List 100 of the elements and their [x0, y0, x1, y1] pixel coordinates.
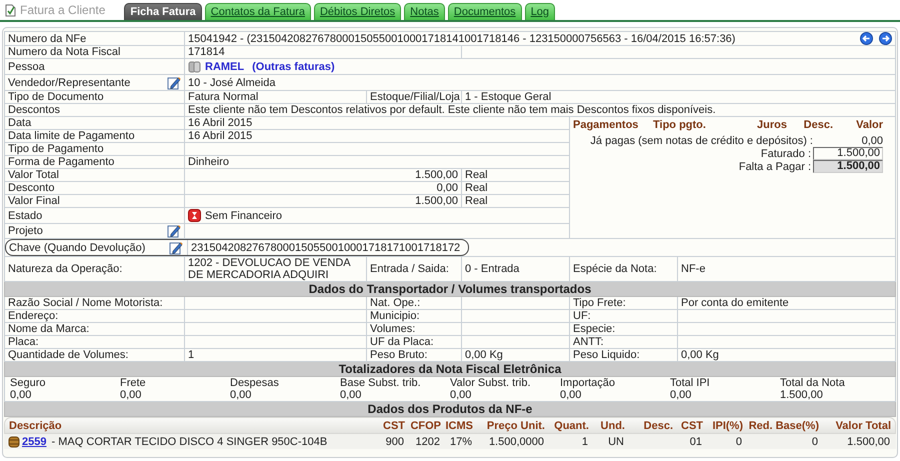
table-cell-text: 0	[810, 436, 818, 448]
table-cell-text: 1.500,0000	[488, 436, 544, 448]
amount-value: 1.500,00	[184, 194, 462, 208]
total-label: Valor Subst. trib.	[450, 377, 532, 389]
field-label: Placa:	[4, 336, 184, 348]
column-header: CST	[680, 420, 703, 432]
column-header: Tipo pgto.	[653, 119, 707, 131]
column-header: ICMS	[444, 420, 473, 432]
field-label: Razão Social / Nome Motorista:	[4, 296, 184, 310]
total-value: 0,00	[10, 389, 32, 401]
table-cell-text: 17%	[448, 436, 472, 448]
edit-icon[interactable]	[167, 224, 181, 238]
total-label: Frete	[120, 377, 147, 389]
field-value: Fatura Normal	[184, 90, 366, 104]
field-value: Dinheiro	[184, 156, 570, 168]
edit-icon[interactable]	[167, 76, 181, 90]
column-header: Preço Unit.	[486, 420, 545, 432]
table-cell-text: 900	[384, 436, 404, 448]
table-cell-text: 1202	[414, 436, 440, 448]
currency-value: Real	[462, 182, 570, 194]
total-value: 0,00	[340, 389, 362, 401]
total-label: Base Subst. trib.	[340, 377, 422, 389]
page-title: Fatura a Cliente	[20, 3, 106, 17]
field-label: Endereço:	[4, 310, 184, 322]
outstanding-field: 1.500,00	[813, 160, 883, 173]
status-text: Sem Financeiro	[205, 210, 282, 222]
section-header: Dados dos Produtos da NF-e	[4, 402, 896, 416]
field-label: Nome da Marca:	[4, 322, 184, 336]
field-label: Numero da Nota Fiscal	[4, 46, 184, 58]
tab[interactable]: Contatos da Fatura	[204, 3, 311, 20]
field-value: NF-e	[678, 256, 896, 282]
section-header: Dados do Transportador / Volumes transportados	[4, 282, 896, 296]
total-label: Seguro	[10, 377, 46, 389]
field-label: Data limite de Pagamento	[4, 130, 184, 142]
field-label: Tipo Frete:	[570, 296, 678, 310]
field-label: Pessoa	[4, 58, 184, 74]
column-header: Valor Total	[834, 420, 891, 432]
field-label: Entrada / Saida:	[366, 256, 462, 282]
total-value: 1.500,00	[780, 389, 824, 401]
field-label: Tipo de Documento	[4, 90, 184, 104]
field-value: 0,00 Kg	[678, 348, 896, 362]
field-value: Este cliente não tem Descontos relativos por default. Este cliente não tem mais Descontos fixos disponíveis.	[184, 104, 896, 116]
total-value: 0,00	[560, 389, 582, 401]
field-value: 1	[184, 348, 366, 362]
total-label: Total da Nota	[780, 377, 846, 389]
product-description: - MAQ CORTAR TECIDO DISCO 4 SINGER 950C-104B	[50, 436, 328, 448]
field-label: Natureza da Operação:	[4, 256, 184, 282]
table-cell-text: 1.500,00	[846, 436, 890, 448]
total-value: 0,00	[120, 389, 142, 401]
product-code-link[interactable]: 2559	[22, 436, 46, 448]
column-header: Desc.	[642, 420, 673, 432]
other-invoices-link[interactable]: (Outras faturas)	[252, 60, 335, 72]
next-button[interactable]	[879, 32, 892, 45]
column-header: CFOP	[409, 420, 441, 432]
already-paid-value: 0,00	[860, 134, 883, 146]
already-paid-label: Já pagas (sem notas de crédito e depósitos) :	[590, 134, 813, 146]
tab[interactable]: Débitos Diretos	[314, 3, 402, 20]
field-label: ANTT:	[570, 336, 678, 348]
barrel-icon	[8, 436, 20, 448]
field-value: 0,00 Kg	[462, 348, 570, 362]
currency-value: Real	[462, 168, 570, 182]
field-label: Valor Final	[4, 194, 184, 208]
field-label: Valor Total	[4, 168, 184, 182]
section-header: Totalizadores da Nota Fiscal Eletrônica	[4, 362, 896, 376]
field-label: UF da Placa:	[366, 336, 462, 348]
field-label: Municipio:	[366, 310, 462, 322]
edit-icon[interactable]	[169, 240, 183, 254]
field-label: Descontos	[4, 104, 184, 116]
column-header: IPI(%)	[711, 420, 743, 432]
tab[interactable]: Notas	[404, 3, 445, 20]
currency-value: Real	[462, 194, 570, 208]
field-label: Volumes:	[366, 322, 462, 336]
total-label: Importação	[560, 377, 616, 389]
field-label: Estoque/Filial/Loja	[366, 90, 462, 104]
field-value: 1 - Estoque Geral	[462, 90, 896, 104]
tab[interactable]: Documentos	[448, 3, 522, 20]
total-value: 0,00	[670, 389, 692, 401]
previous-button[interactable]	[860, 32, 873, 45]
field-value: 23150420827678000150550010001718171001718172	[191, 242, 460, 254]
table-cell-text: UN	[607, 436, 624, 448]
field-label: Estado	[4, 208, 184, 224]
tab[interactable]: Log	[524, 3, 556, 20]
amount-value: 0,00	[184, 182, 462, 194]
table-cell-text: 01	[688, 436, 702, 448]
column-header: Und.	[600, 420, 625, 432]
column-header: Descrição	[9, 420, 63, 432]
nfe-number: 15041942 - (23150420827678000150550010001718141001718146 - 123150000756563 - 16/04/2015 16:57:36)	[188, 32, 736, 44]
invoiced-field: 1.500,00	[813, 147, 883, 160]
total-value: 0,00	[450, 389, 472, 401]
field-value: 0 - Entrada	[462, 256, 570, 282]
outstanding-label: Falta a Pagar :	[738, 160, 811, 172]
field-label: Forma de Pagamento	[4, 156, 184, 168]
field-value: Por conta do emitente	[678, 296, 896, 310]
column-header: Red. Base(%)	[748, 420, 819, 432]
table-cell-text: 0	[734, 436, 742, 448]
table-cell-text: 1	[580, 436, 588, 448]
invoiced-label: Faturado :	[760, 148, 811, 160]
tab[interactable]: Ficha Fatura	[124, 3, 202, 20]
field-label: Peso Liquido:	[570, 348, 678, 362]
customer-link[interactable]: RAMEL	[205, 60, 244, 72]
